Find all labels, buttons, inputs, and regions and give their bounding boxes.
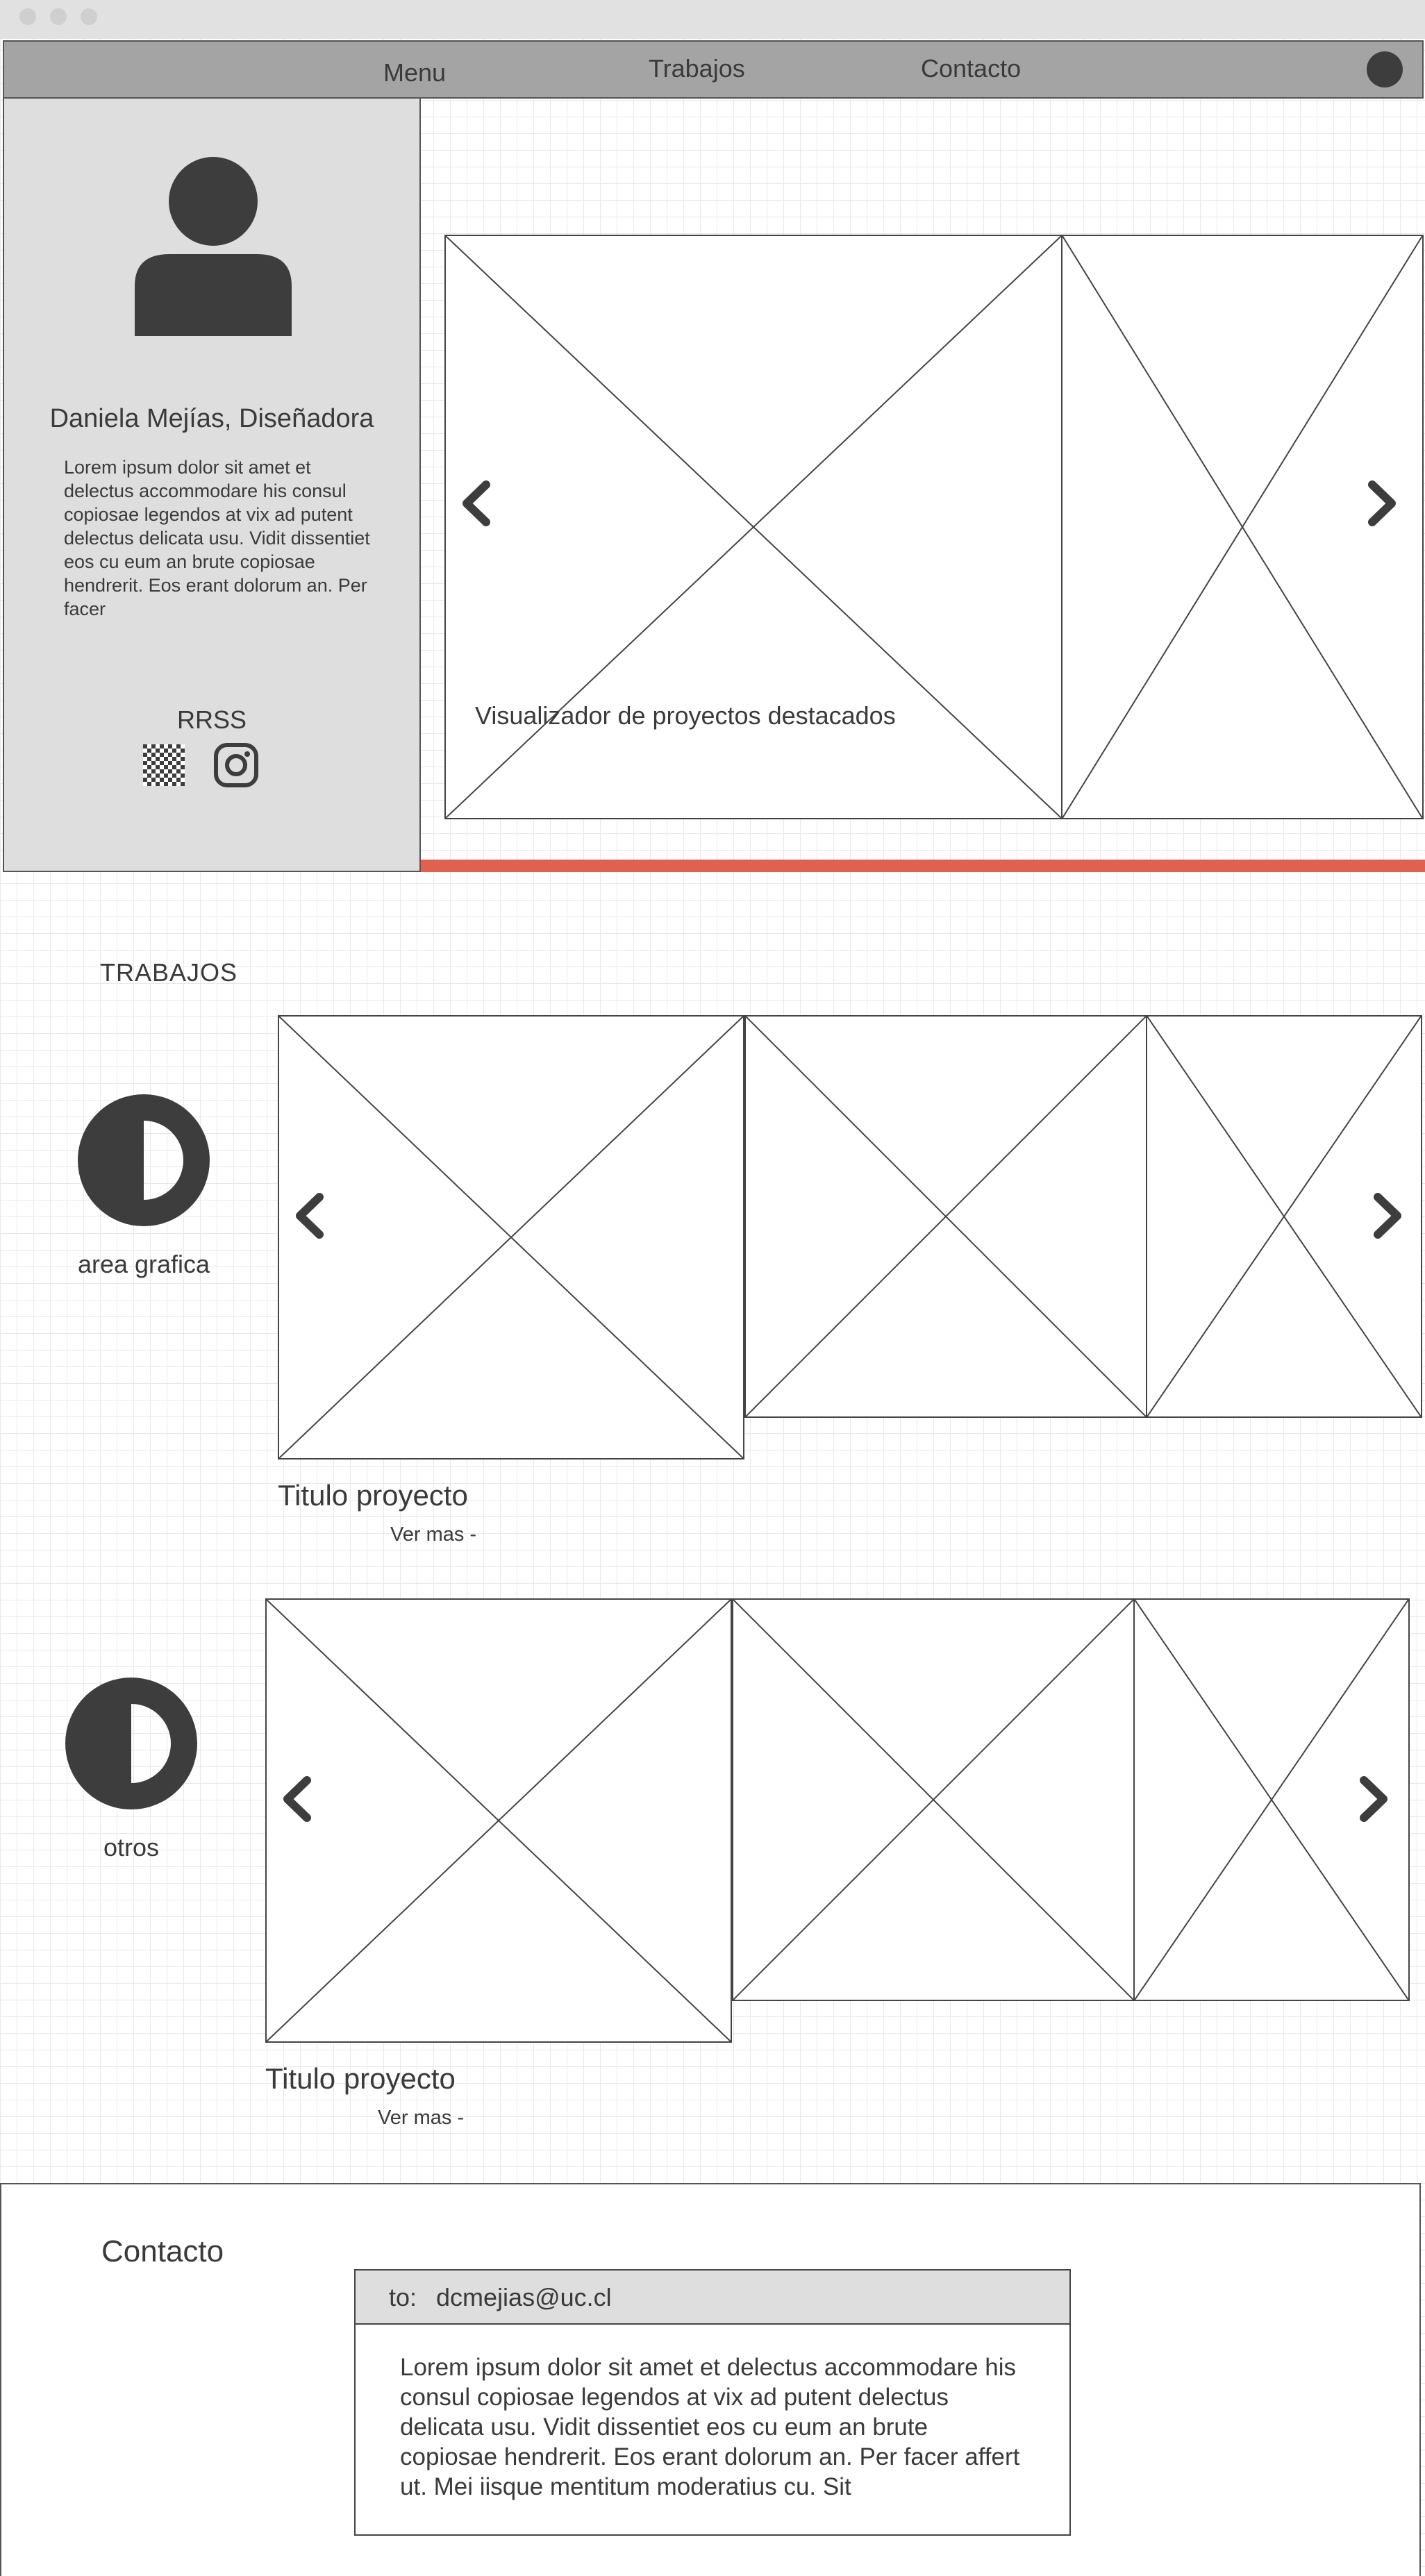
user-profile-icon <box>135 157 292 336</box>
checker-social-icon[interactable] <box>143 744 185 786</box>
profile-name: Daniela Mejías, Diseñadora <box>49 404 374 433</box>
otros-prev-arrow-icon[interactable] <box>281 1776 312 1822</box>
window-maximize-dot[interactable] <box>81 8 97 25</box>
contrast-half-circle-icon <box>78 1094 210 1226</box>
featured-caption: Visualizador de proyectos destacados <box>475 701 896 730</box>
project-image-placeholder[interactable] <box>744 1015 1147 1418</box>
project-image-placeholder[interactable] <box>732 1598 1135 2001</box>
category-label-area-grafica: area grafica <box>77 1250 210 1278</box>
project-title[interactable]: Titulo proyecto <box>278 1479 468 1512</box>
ver-mas-link[interactable]: Ver mas - <box>390 1523 476 1546</box>
featured-prev-arrow-icon[interactable] <box>460 480 492 526</box>
project-title[interactable]: Titulo proyecto <box>265 2062 456 2096</box>
contact-title: Contacto <box>101 2234 224 2268</box>
otros-next-arrow-icon[interactable] <box>1358 1776 1390 1822</box>
instagram-icon[interactable] <box>214 743 258 787</box>
contrast-half-circle-icon <box>65 1678 197 1809</box>
nav-trabajos-link[interactable]: Trabajos <box>649 54 745 83</box>
project-image-placeholder[interactable] <box>265 1598 732 2043</box>
email-to-field[interactable]: to: dcmejias@uc.cl <box>356 2270 1069 2325</box>
window-titlebar <box>0 0 1425 39</box>
ver-mas-link[interactable]: Ver mas - <box>378 2107 464 2130</box>
window-minimize-dot[interactable] <box>50 8 67 25</box>
user-avatar-icon[interactable] <box>1367 51 1403 87</box>
profile-sidebar: Daniela Mejías, Diseñadora Lorem ipsum d… <box>3 99 421 872</box>
nav-menu-link[interactable]: Menu <box>383 58 446 87</box>
email-message-body[interactable]: Lorem ipsum dolor sit amet et delectus a… <box>400 2352 1025 2502</box>
window-close-dot[interactable] <box>19 8 36 25</box>
email-form: to: dcmejias@uc.cl Lorem ipsum dolor sit … <box>354 2269 1071 2536</box>
nav-contacto-link[interactable]: Contacto <box>921 54 1021 83</box>
featured-next-arrow-icon[interactable] <box>1367 480 1399 526</box>
category-label-otros: otros <box>103 1833 160 1862</box>
email-address: dcmejias@uc.cl <box>436 2283 612 2311</box>
trabajos-section-title: TRABAJOS <box>100 958 238 987</box>
contact-section: Contacto to: dcmejias@uc.cl Lorem ipsum d… <box>0 2183 1421 2576</box>
featured-image-placeholder-1 <box>444 235 1062 819</box>
accent-divider <box>421 860 1425 872</box>
profile-bio: Lorem ipsum dolor sit amet et delectus a… <box>64 457 370 619</box>
email-to-label: to: <box>389 2283 417 2311</box>
social-label: RRSS <box>176 705 247 734</box>
top-nav-bar: Menu Trabajos Contacto <box>3 40 1424 99</box>
trabajos-next-arrow-icon[interactable] <box>1372 1193 1404 1239</box>
trabajos-prev-arrow-icon[interactable] <box>293 1193 325 1239</box>
featured-image-placeholder-2 <box>1061 235 1424 819</box>
project-image-placeholder[interactable] <box>278 1015 744 1460</box>
